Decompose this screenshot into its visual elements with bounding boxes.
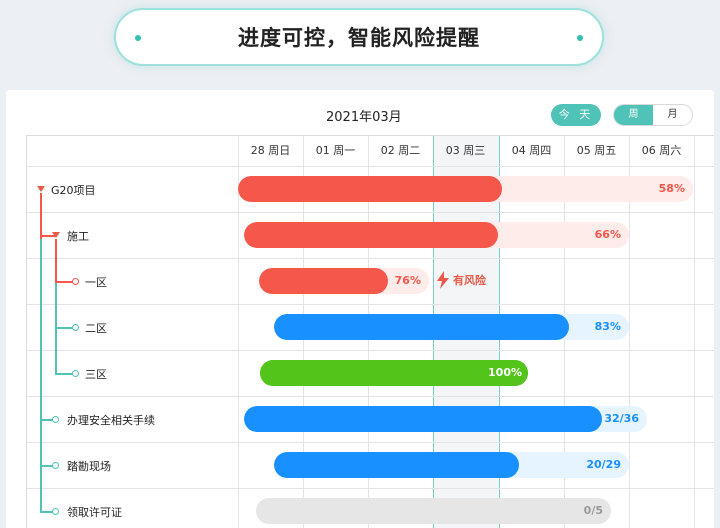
progress-label: 100%	[488, 366, 522, 379]
headline-title: 进度可控，智能风险提醒	[238, 26, 480, 50]
progress-label: 0/5	[583, 504, 603, 517]
progress-bar[interactable]: 58%	[238, 176, 693, 202]
tree-connector	[40, 193, 42, 241]
column-divider	[694, 136, 695, 528]
row-divider	[27, 442, 714, 443]
progress-label: 76%	[394, 274, 421, 287]
task-name[interactable]: 办理安全相关手续	[67, 412, 155, 428]
tree-node-icon	[72, 277, 79, 285]
progress-label: 20/29	[586, 458, 621, 471]
row-divider	[27, 396, 714, 397]
current-month: 2021年03月	[326, 110, 402, 125]
progress-label: 58%	[658, 182, 685, 195]
progress-fill	[274, 452, 519, 478]
task-name[interactable]: G20项目	[51, 182, 96, 198]
progress-label: 32/36	[604, 412, 639, 425]
progress-fill	[238, 176, 502, 202]
tree-node-icon	[72, 369, 79, 377]
task-name[interactable]: 施工	[67, 228, 89, 244]
risk-text: 有风险	[453, 274, 486, 287]
task-name[interactable]: 二区	[85, 320, 107, 336]
day-header: 28 周日	[250, 144, 291, 157]
progress-bar[interactable]: 0/5	[256, 498, 611, 524]
progress-bar[interactable]: 83%	[274, 314, 629, 340]
expand-caret-icon[interactable]	[36, 186, 45, 192]
progress-label: 66%	[594, 228, 621, 241]
day-header: 02 周二	[380, 144, 421, 157]
headline-banner: 进度可控，智能风险提醒	[114, 8, 604, 66]
risk-warning: 有风险	[437, 271, 486, 289]
progress-bar[interactable]: 76%	[259, 268, 429, 294]
view-switcher: 周 月	[613, 104, 693, 126]
progress-bar[interactable]: 100%	[260, 360, 528, 386]
today-button[interactable]: 今 天	[551, 104, 601, 126]
expand-caret-icon[interactable]	[51, 232, 60, 238]
view-month-button[interactable]: 月	[653, 105, 692, 125]
row-divider	[27, 212, 714, 213]
row-divider	[27, 258, 714, 259]
gantt-grid: 28 周日 01 周一 02 周二 03 周三 04 周四 05 周五 06 周六 G20项…	[26, 135, 714, 528]
task-name[interactable]: 领取许可证	[67, 504, 122, 520]
row-divider	[27, 166, 714, 167]
progress-bar[interactable]: 66%	[244, 222, 629, 248]
row-divider	[27, 350, 714, 351]
banner-dot-left	[135, 35, 141, 41]
tree-connector	[40, 239, 42, 511]
row-divider	[27, 488, 714, 489]
view-week-button[interactable]: 周	[614, 105, 653, 125]
tree-node-icon	[52, 415, 59, 423]
tree-node-icon	[52, 507, 59, 515]
progress-fill	[244, 222, 499, 248]
gantt-card: 2021年03月 今 天 周 月 28 周日 01 周一 02 周二 03 周三 04 …	[6, 90, 714, 528]
tree-connector	[55, 239, 57, 281]
progress-fill	[244, 406, 603, 432]
progress-bar[interactable]: 20/29	[274, 452, 629, 478]
task-name[interactable]: 踏勘现场	[67, 458, 111, 474]
banner-dot-right	[577, 35, 583, 41]
day-header: 04 周四	[511, 144, 552, 157]
tree-node-icon	[52, 461, 59, 469]
progress-bar[interactable]: 32/36	[244, 406, 647, 432]
progress-label: 83%	[594, 320, 621, 333]
progress-fill	[274, 314, 569, 340]
day-header: 03 周三	[445, 144, 486, 157]
day-header: 01 周一	[315, 144, 356, 157]
row-divider	[27, 304, 714, 305]
task-name[interactable]: 三区	[85, 366, 107, 382]
lightning-icon	[437, 271, 449, 289]
tree-node-icon	[72, 323, 79, 331]
day-header: 05 周五	[576, 144, 617, 157]
day-header: 06 周六	[641, 144, 682, 157]
progress-fill	[259, 268, 389, 294]
task-name[interactable]: 一区	[85, 274, 107, 290]
